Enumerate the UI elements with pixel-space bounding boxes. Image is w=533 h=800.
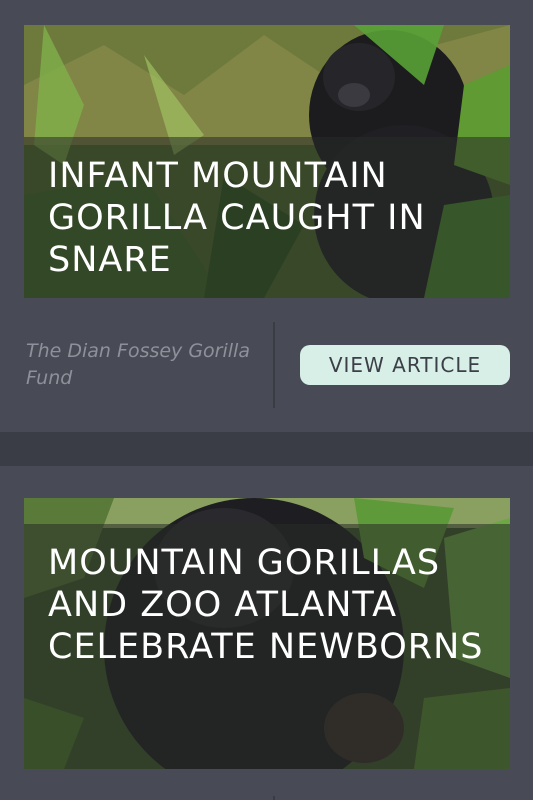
article-image[interactable]: INFANT MOUNTAIN GORILLA CAUGHT IN SNARE [24,25,510,298]
article-image[interactable]: MOUNTAIN GORILLAS AND ZOO ATLANTA CELEBR… [24,498,510,769]
headline-overlay: INFANT MOUNTAIN GORILLA CAUGHT IN SNARE [24,137,510,298]
divider [273,796,275,800]
article-card[interactable]: INFANT MOUNTAIN GORILLA CAUGHT IN SNARE … [0,0,533,432]
headline-overlay: MOUNTAIN GORILLAS AND ZOO ATLANTA CELEBR… [24,524,510,769]
article-headline: INFANT MOUNTAIN GORILLA CAUGHT IN SNARE [48,156,426,280]
article-card[interactable]: MOUNTAIN GORILLAS AND ZOO ATLANTA CELEBR… [0,466,533,800]
article-headline: MOUNTAIN GORILLAS AND ZOO ATLANTA CELEBR… [48,543,484,667]
view-article-button[interactable]: VIEW ARTICLE [300,345,510,385]
divider [273,322,275,408]
article-source: The Dian Fossey Gorilla Fund [26,340,250,389]
article-footer: The Dian Fossey Gorilla Fund VIEW ARTICL… [0,322,533,408]
